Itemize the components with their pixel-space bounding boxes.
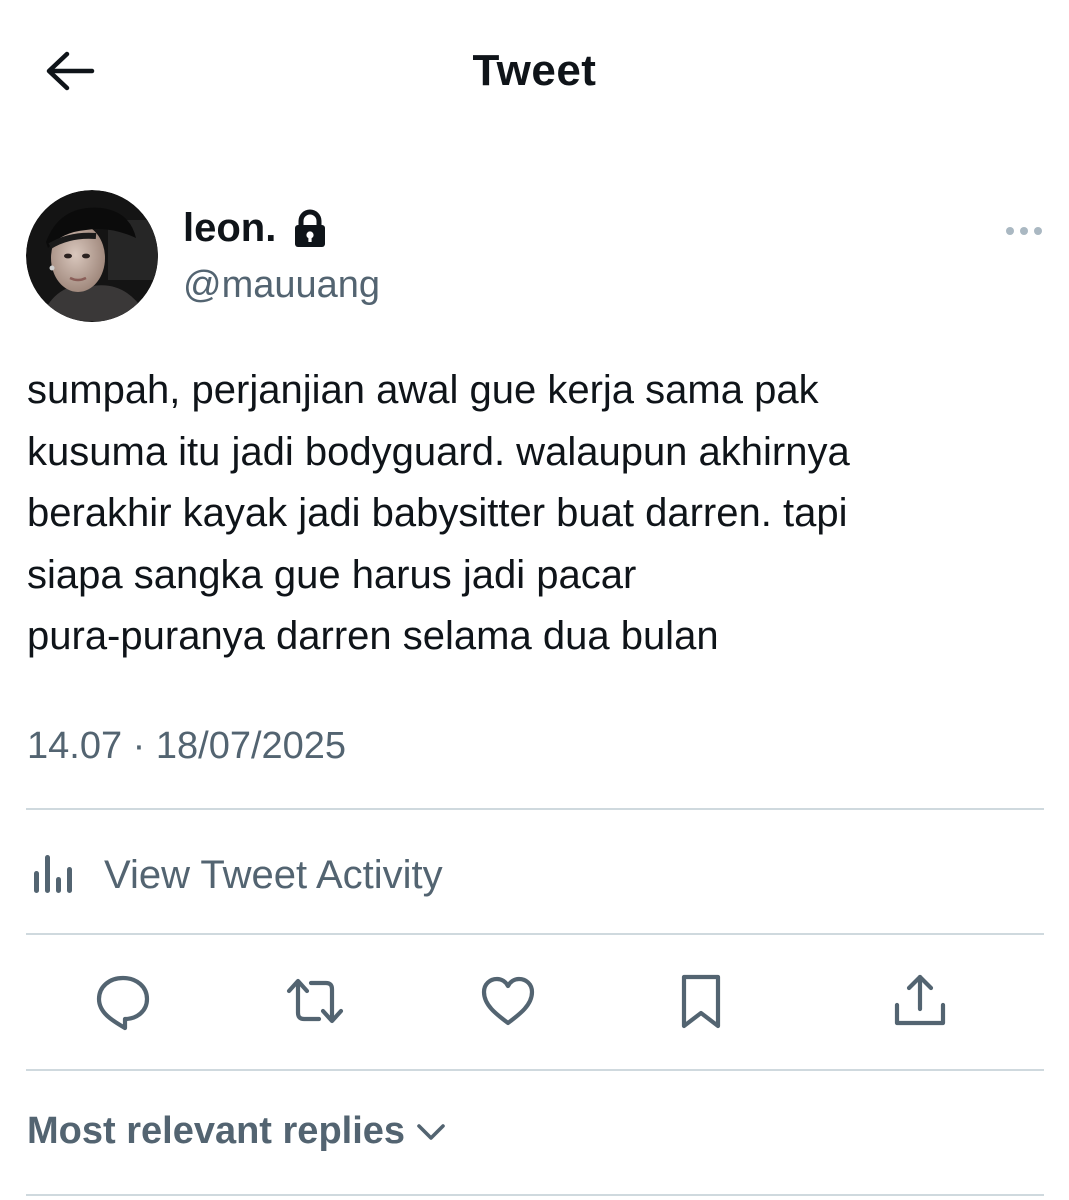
replies-sort-dropdown[interactable]: Most relevant replies xyxy=(27,1110,447,1153)
more-options-button[interactable] xyxy=(1002,218,1046,248)
bookmark-button[interactable] xyxy=(666,968,736,1038)
user-handle[interactable]: @mauuang xyxy=(183,264,380,307)
bookmark-icon xyxy=(671,971,731,1036)
reply-button[interactable] xyxy=(88,968,158,1038)
tweet-text: sumpah, perjanjian awal gue kerja sama p… xyxy=(27,368,850,658)
divider xyxy=(26,1069,1044,1071)
reply-bubble-icon xyxy=(93,971,153,1036)
top-bar: Tweet xyxy=(0,0,1069,150)
divider xyxy=(26,1194,1044,1196)
page-title: Tweet xyxy=(472,46,597,95)
avatar-photo xyxy=(26,190,158,322)
tweet-timestamp[interactable]: 14.07 · 18/07/2025 xyxy=(27,725,346,768)
share-button[interactable] xyxy=(885,968,955,1038)
chevron-down-icon xyxy=(415,1120,447,1144)
display-name[interactable]: leon. xyxy=(183,206,276,251)
heart-icon xyxy=(478,971,538,1036)
like-button[interactable] xyxy=(473,968,543,1038)
view-tweet-activity-button[interactable]: View Tweet Activity xyxy=(26,840,443,910)
retweet-icon xyxy=(283,971,347,1036)
more-horizontal-icon xyxy=(1004,224,1044,242)
divider xyxy=(26,808,1044,810)
tweet-action-bar xyxy=(0,968,1069,1038)
view-tweet-activity-label: View Tweet Activity xyxy=(104,852,443,897)
lock-icon xyxy=(292,209,328,249)
tweet-author: leon. @mauuang xyxy=(26,190,1046,330)
divider xyxy=(26,933,1044,935)
retweet-button[interactable] xyxy=(280,968,350,1038)
bar-chart-icon xyxy=(26,845,82,906)
replies-sort-label: Most relevant replies xyxy=(27,1110,406,1152)
share-icon xyxy=(890,971,950,1036)
display-name-row: leon. xyxy=(183,206,328,251)
avatar[interactable] xyxy=(26,190,158,322)
